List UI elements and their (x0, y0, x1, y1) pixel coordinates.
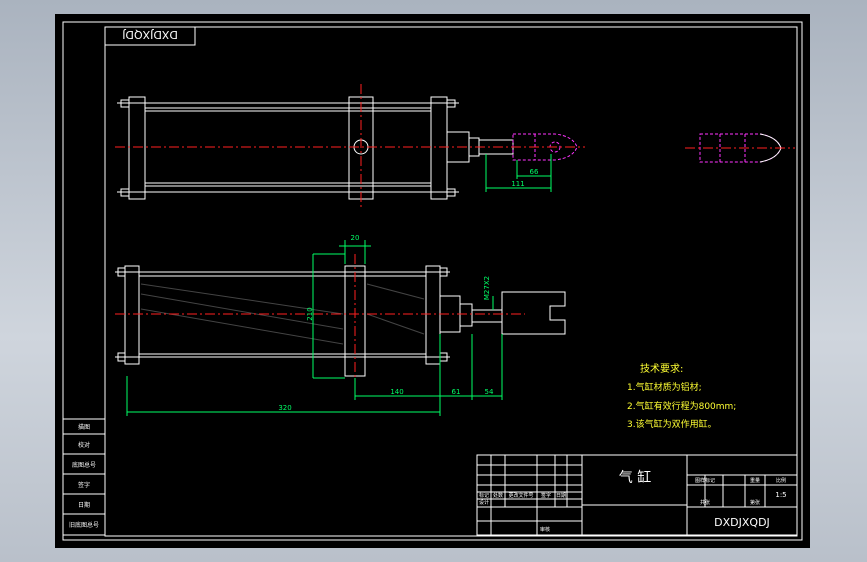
side-table (62, 418, 106, 536)
svg-text:底图总号: 底图总号 (72, 461, 96, 469)
dim-front-140: 140 (390, 388, 403, 396)
svg-text:设计: 设计 (479, 499, 489, 506)
dim-front-320: 320 (278, 404, 291, 412)
top-view (117, 96, 514, 200)
svg-text:日期: 日期 (556, 493, 566, 499)
svg-text:标记: 标记 (479, 492, 489, 499)
svg-text:校对: 校对 (78, 441, 90, 449)
svg-text:共张: 共张 (700, 499, 710, 506)
svg-text:旧底图总号: 旧底图总号 (69, 521, 99, 529)
svg-text:比例: 比例 (776, 477, 786, 484)
tech-item-2: 2.气缸有效行程为800mm; (627, 400, 736, 412)
dim-front-54: 54 (485, 388, 494, 396)
cad-drawing: DXDJXQDJ 111 66 20 210 M27X2 320 140 61 … (62, 21, 803, 541)
dim-front-20: 20 (351, 234, 360, 242)
code-box-top: DXDJXQDJ (104, 26, 196, 46)
svg-text:重量: 重量 (750, 477, 760, 484)
drawing-scale: 1:5 (775, 491, 786, 499)
drawing-title: 气 缸 (619, 469, 651, 486)
dim-top-111: 111 (511, 180, 524, 188)
svg-text:图样标记: 图样标记 (695, 477, 715, 484)
svg-text:日期: 日期 (78, 501, 90, 509)
front-view (115, 265, 566, 377)
front-view-dimensions (126, 240, 503, 416)
code-box-text: DXDJXQDJ (122, 28, 178, 41)
dim-front-210: 210 (306, 307, 314, 320)
tech-item-3: 3.该气缸为双作用缸。 (627, 418, 717, 430)
svg-text:签字: 签字 (541, 492, 551, 499)
drawing-sheet: DXDJXQDJ 111 66 20 210 M27X2 320 140 61 … (55, 14, 810, 548)
side-table-labels: 描图 校对 底图总号 签字 日期 旧底图总号 (69, 423, 99, 529)
drawing-code: DXDJXQDJ (714, 516, 770, 529)
dim-front-61: 61 (452, 388, 461, 396)
svg-text:第张: 第张 (750, 499, 760, 506)
tech-heading: 技术要求: (640, 362, 683, 375)
svg-text:处数: 处数 (493, 492, 503, 499)
front-view-centerlines (115, 254, 525, 384)
dim-top-66: 66 (530, 168, 539, 176)
tech-item-1: 1.气缸材质为铝材; (627, 381, 702, 393)
svg-text:审核: 审核 (540, 526, 550, 533)
svg-text:更改文件号: 更改文件号 (508, 492, 533, 499)
svg-text:签字: 签字 (78, 481, 90, 489)
dim-front-m27: M27X2 (483, 276, 491, 300)
svg-text:描图: 描图 (78, 423, 90, 431)
tech-requirements: 技术要求: 1.气缸材质为铝材; 2.气缸有效行程为800mm; 3.该气缸为双… (627, 362, 736, 430)
outer-border (62, 21, 803, 541)
